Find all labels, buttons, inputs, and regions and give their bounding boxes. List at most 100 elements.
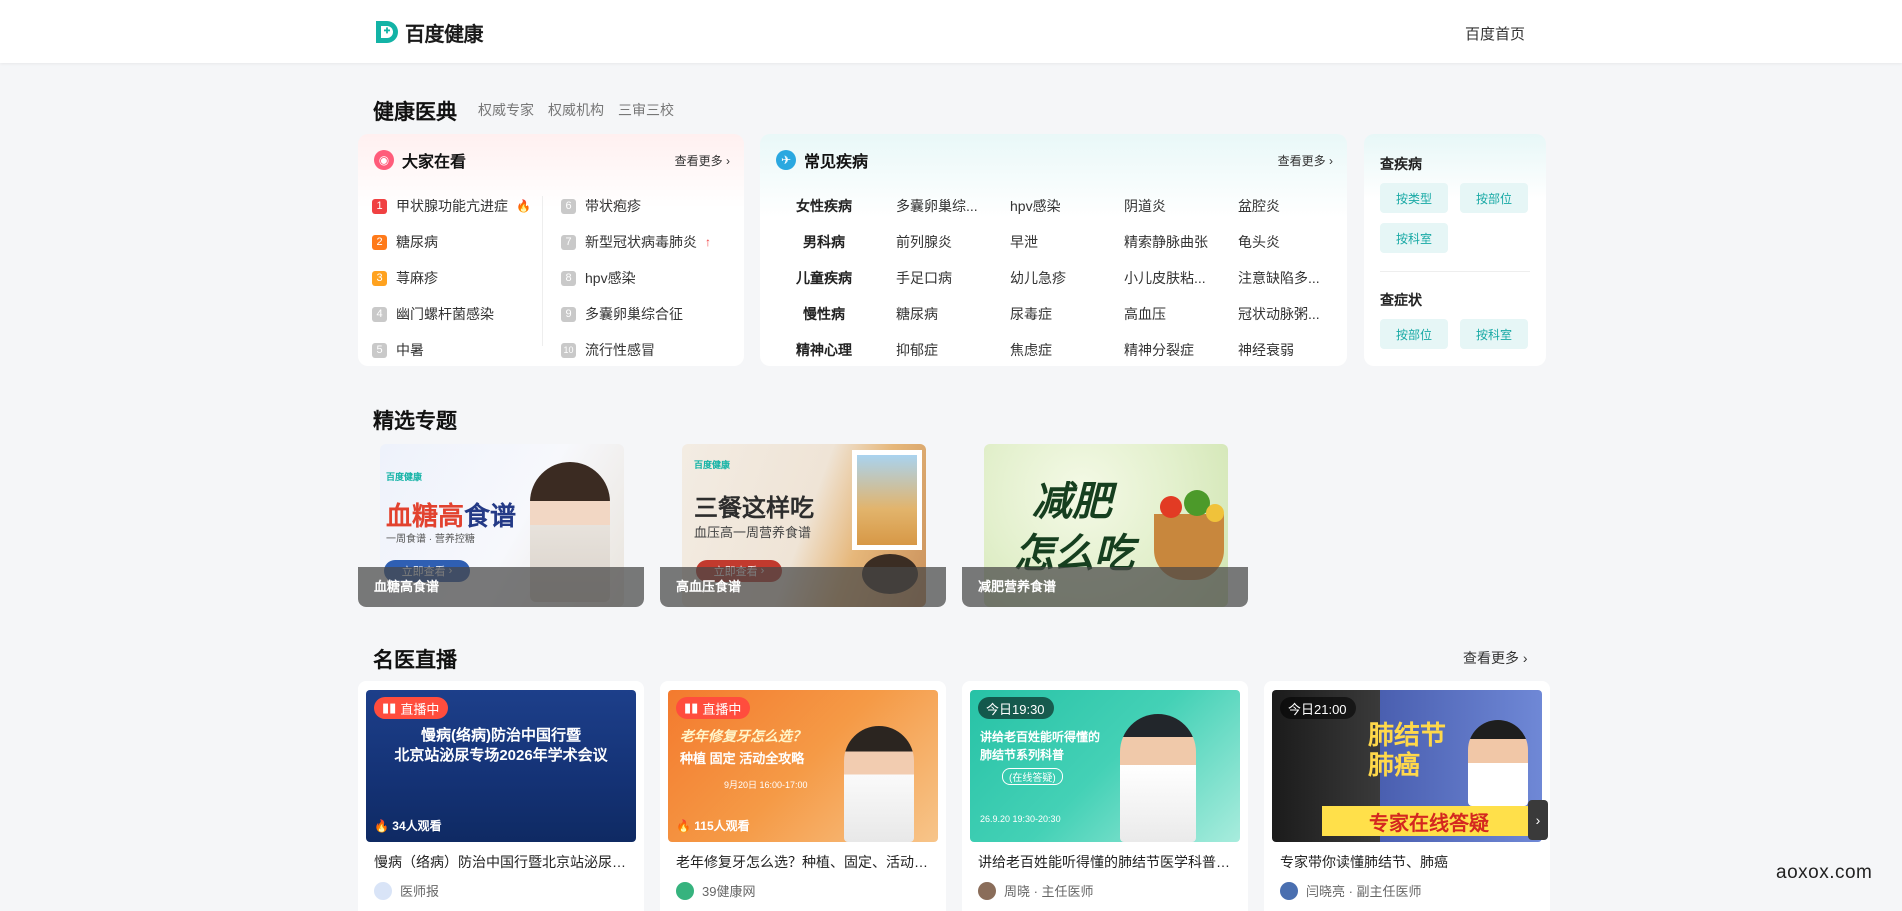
doctor-figure xyxy=(1468,720,1528,806)
top-header: 百度健康 百度首页 xyxy=(0,0,1902,63)
disease-category[interactable]: 慢性病 xyxy=(778,304,870,324)
disease-link[interactable]: 手足口病 xyxy=(896,268,1010,288)
rank-item[interactable]: 1 甲状腺功能亢进症 🔥 xyxy=(372,188,531,224)
live-source: 周晓 · 主任医师 xyxy=(978,881,1094,900)
popular-card-title: 大家在看 xyxy=(402,154,467,171)
plane-icon: ✈ xyxy=(776,150,796,170)
live-thumbnail: 讲给老百姓能听得懂的 肺结节系列科普 (在线答疑) 26.9.20 19:30-2… xyxy=(970,690,1240,842)
lookup-card: 查疾病 按类型 按部位 按科室 查症状 按部位 按科室 xyxy=(1364,134,1546,366)
encyclopedia-sub-links: 权威专家 权威机构 三审三校 xyxy=(478,100,674,120)
rank-item[interactable]: 6 带状疱疹 xyxy=(561,188,711,224)
disease-category[interactable]: 精神心理 xyxy=(778,340,870,360)
disease-link[interactable]: hpv感染 xyxy=(1010,196,1124,216)
brand-name: 百度健康 xyxy=(405,21,484,46)
live-thumbnail: 肺结节 肺癌 专家在线答疑 今日21:00 xyxy=(1272,690,1542,842)
disease-link[interactable]: 阴道炎 xyxy=(1124,196,1238,216)
encyclopedia-title: 健康医典 xyxy=(373,101,457,124)
doctor-avatar xyxy=(1280,881,1298,900)
sub-link-institutions[interactable]: 权威机构 xyxy=(548,100,604,120)
rank-item[interactable]: 2 糖尿病 xyxy=(372,224,531,260)
disease-link[interactable]: 早泄 xyxy=(1010,232,1124,252)
disease-link[interactable]: 尿毒症 xyxy=(1010,304,1124,324)
sub-link-review[interactable]: 三审三校 xyxy=(618,100,674,120)
rank-item[interactable]: 8 hpv感染 xyxy=(561,260,711,296)
chip-by-type[interactable]: 按类型 xyxy=(1380,183,1448,213)
rank-item[interactable]: 5 中暑 xyxy=(372,332,531,366)
topic-card-diet[interactable]: 减肥 怎么吃 减肥营养食谱 xyxy=(962,444,1248,607)
disease-link[interactable]: 神经衰弱 xyxy=(1238,340,1347,360)
divider xyxy=(1380,271,1530,272)
disease-link[interactable]: 精神分裂症 xyxy=(1124,340,1238,360)
popular-card-header: ◉ 大家在看 xyxy=(374,148,466,172)
chip-by-department[interactable]: 按科室 xyxy=(1380,223,1448,253)
column-divider xyxy=(542,196,543,346)
common-diseases-title: 常见疾病 xyxy=(804,154,869,171)
hot-icon: 🔥 xyxy=(516,199,531,213)
lemon-icon xyxy=(1206,504,1224,522)
disease-link[interactable]: 幼儿急疹 xyxy=(1010,268,1124,288)
source-avatar xyxy=(374,881,392,900)
disease-row: 慢性病 糖尿病 尿毒症 高血压 冠状动脉粥... xyxy=(778,296,1347,332)
topic-card-hypertension[interactable]: 百度健康 三餐这样吃 血压高一周营养食谱 立即查看 › 高血压食谱 xyxy=(660,444,946,607)
tomato-icon xyxy=(1160,496,1182,518)
live-card[interactable]: 老年修复牙怎么选？ 种植 固定 活动全攻略 9月20日 16:00-17:00 … xyxy=(660,681,946,911)
disease-link[interactable]: 抑郁症 xyxy=(896,340,1010,360)
topics-title: 精选专题 xyxy=(373,410,457,433)
doctor-avatar xyxy=(978,881,996,900)
popular-more-link[interactable]: 查看更多 › xyxy=(675,152,730,169)
rank-item[interactable]: 3 荨麻疹 xyxy=(372,260,531,296)
check-symptom-title: 查症状 xyxy=(1380,292,1422,308)
disease-link[interactable]: 冠状动脉粥... xyxy=(1238,304,1347,324)
rank-list-left: 1 甲状腺功能亢进症 🔥 2 糖尿病 3 荨麻疹 4 幽门螺杆菌感染 5 中暑 xyxy=(372,188,531,366)
disease-category[interactable]: 女性疾病 xyxy=(778,196,870,216)
disease-category[interactable]: 儿童疾病 xyxy=(778,268,870,288)
disease-link[interactable]: 龟头炎 xyxy=(1238,232,1347,252)
live-card[interactable]: 讲给老百姓能听得懂的 肺结节系列科普 (在线答疑) 26.9.20 19:30-2… xyxy=(962,681,1248,911)
disease-link[interactable]: 糖尿病 xyxy=(896,304,1010,324)
disease-link[interactable]: 高血压 xyxy=(1124,304,1238,324)
brand-logo[interactable]: 百度健康 xyxy=(373,17,484,47)
disease-link[interactable]: 注意缺陷多... xyxy=(1238,268,1347,288)
live-badge: ▮▮ 直播中 xyxy=(676,697,751,719)
common-diseases-card: ✈ 常见疾病 查看更多 › 女性疾病 多囊卵巢综... hpv感染 阴道炎 盆腔… xyxy=(760,134,1347,366)
disease-link[interactable]: 小儿皮肤粘... xyxy=(1124,268,1238,288)
live-more-link[interactable]: 查看更多 › xyxy=(1463,648,1528,668)
live-card[interactable]: 慢病(络病)防治中国行暨 北京站泌尿专场2026年学术会议 ▮▮ 直播中 🔥 34人… xyxy=(358,681,644,911)
live-title: 讲给老百姓能听得懂的肺结节医学科普系列 xyxy=(978,854,1234,870)
sub-link-experts[interactable]: 权威专家 xyxy=(478,100,534,120)
disease-link[interactable]: 精索静脉曲张 xyxy=(1124,232,1238,252)
topic-card-blood-sugar[interactable]: 百度健康 血糖高食谱 一周食谱 · 营养控糖 立即查看 › 血糖高食谱 xyxy=(358,444,644,607)
chevron-right-icon: › xyxy=(1535,812,1541,828)
live-badge: ▮▮ 直播中 xyxy=(374,697,449,719)
logo-d-icon xyxy=(373,18,401,46)
carousel-next-button[interactable]: › xyxy=(1528,800,1548,840)
chip-by-body-part[interactable]: 按部位 xyxy=(1460,183,1528,213)
live-section-title: 名医直播 xyxy=(373,649,457,672)
source-avatar xyxy=(676,881,694,900)
schedule-badge: 今日19:30 xyxy=(978,697,1054,719)
live-title: 老年修复牙怎么选？种植、固定、活动义齿全攻略 xyxy=(676,854,932,870)
chip-symptom-by-body-part[interactable]: 按部位 xyxy=(1380,319,1448,349)
disease-link[interactable]: 多囊卵巢综... xyxy=(896,196,1010,216)
viewer-count: 🔥 34人观看 xyxy=(374,819,442,833)
signal-icon: ▮▮ xyxy=(382,700,397,715)
rank-item[interactable]: 4 幽门螺杆菌感染 xyxy=(372,296,531,332)
rank-item[interactable]: 10 流行性感冒 xyxy=(561,332,711,366)
rank-item[interactable]: 9 多囊卵巢综合征 xyxy=(561,296,711,332)
popular-card: ◉ 大家在看 查看更多 › 1 甲状腺功能亢进症 🔥 2 糖尿病 3 荨麻疹 4 幽门螺杆… xyxy=(358,134,744,366)
chip-symptom-by-department[interactable]: 按科室 xyxy=(1460,319,1528,349)
common-diseases-more-link[interactable]: 查看更多 › xyxy=(1278,152,1333,169)
live-thumbnail: 慢病(络病)防治中国行暨 北京站泌尿专场2026年学术会议 ▮▮ 直播中 🔥 34人… xyxy=(366,690,636,842)
doctor-figure xyxy=(1120,714,1196,842)
disease-link[interactable]: 前列腺炎 xyxy=(896,232,1010,252)
disease-category[interactable]: 男科病 xyxy=(778,232,870,252)
disease-link[interactable]: 焦虑症 xyxy=(1010,340,1124,360)
disease-row: 女性疾病 多囊卵巢综... hpv感染 阴道炎 盆腔炎 xyxy=(778,188,1347,224)
live-card[interactable]: 肺结节 肺癌 专家在线答疑 今日21:00 专家带你读懂肺结节、肺癌 闫晓亮 · … xyxy=(1264,681,1550,911)
baidu-home-link[interactable]: 百度首页 xyxy=(1465,23,1525,44)
disease-link[interactable]: 盆腔炎 xyxy=(1238,196,1347,216)
rank-item[interactable]: 7 新型冠状病毒肺炎 ↑ xyxy=(561,224,711,260)
live-source: 39健康网 xyxy=(676,881,755,900)
rank-list-right: 6 带状疱疹 7 新型冠状病毒肺炎 ↑ 8 hpv感染 9 多囊卵巢综合征 10 流行性感冒 xyxy=(561,188,711,366)
window-icon xyxy=(852,450,922,550)
